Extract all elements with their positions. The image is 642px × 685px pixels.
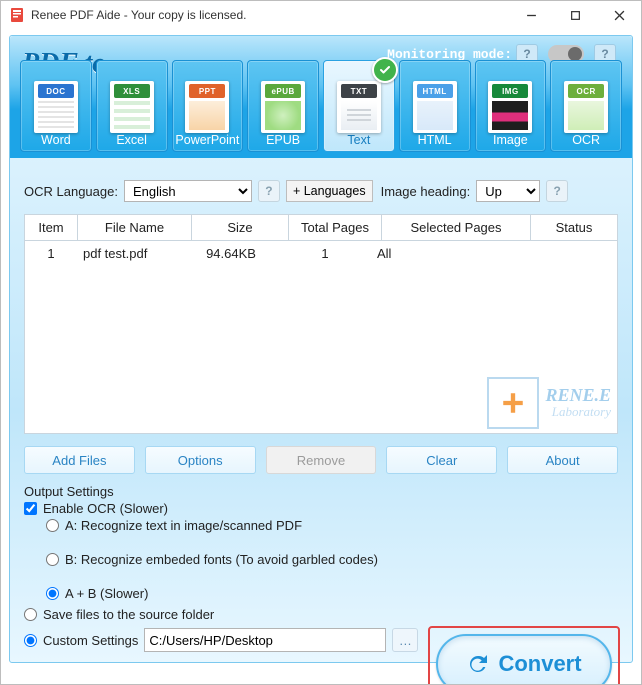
format-page-icon: DOC <box>34 81 78 133</box>
save-source-folder-radio[interactable]: Save files to the source folder <box>24 607 214 622</box>
ocr-option-ab-label: A + B (Slower) <box>65 586 148 601</box>
window-title: Renee PDF Aide - Your copy is licensed. <box>31 8 509 22</box>
tile-word[interactable]: DOC Word <box>20 60 92 152</box>
save-source-label: Save files to the source folder <box>43 607 214 622</box>
tile-label: OCR <box>572 133 600 147</box>
tile-label: Excel <box>116 133 147 147</box>
tile-label: Image <box>493 133 528 147</box>
ocr-option-a[interactable]: A: Recognize text in image/scanned PDF <box>46 518 618 533</box>
maximize-button[interactable] <box>553 1 597 29</box>
ocr-option-b-label: B: Recognize embeded fonts (To avoid gar… <box>65 552 378 567</box>
check-icon <box>372 57 398 83</box>
minimize-button[interactable] <box>509 1 553 29</box>
col-status: Status <box>531 215 617 241</box>
ocr-option-b[interactable]: B: Recognize embeded fonts (To avoid gar… <box>46 552 618 567</box>
tile-image[interactable]: IMG Image <box>475 60 547 152</box>
format-page-icon: PPT <box>185 81 229 133</box>
table-row[interactable]: 1 pdf test.pdf 94.64KB 1 All <box>25 241 617 265</box>
ocr-option-ab[interactable]: A + B (Slower) <box>46 586 618 601</box>
enable-ocr-label: Enable OCR (Slower) <box>43 501 168 516</box>
tile-text[interactable]: TXT Text <box>323 60 395 152</box>
format-page-icon: HTML <box>413 81 457 133</box>
remove-button[interactable]: Remove <box>266 446 377 474</box>
ocr-language-label: OCR Language: <box>24 184 118 199</box>
col-totalpages: Total Pages <box>289 215 382 241</box>
col-filename: File Name <box>78 215 192 241</box>
image-heading-help-button[interactable]: ? <box>546 180 568 202</box>
output-path-input[interactable] <box>144 628 386 652</box>
browse-button[interactable]: … <box>392 628 418 652</box>
tile-label: HTML <box>418 133 452 147</box>
ocr-row: OCR Language: English ? + Languages Imag… <box>24 180 618 202</box>
format-page-icon: IMG <box>488 81 532 133</box>
add-files-button[interactable]: Add Files <box>24 446 135 474</box>
options-button[interactable]: Options <box>145 446 256 474</box>
format-page-icon: XLS <box>110 81 154 133</box>
convert-label: Convert <box>498 651 581 677</box>
main-panel: PDF to Monitoring mode: ? ? DOC Word XLS… <box>9 35 633 663</box>
body-area: OCR Language: English ? + Languages Imag… <box>10 158 632 662</box>
custom-settings-radio[interactable]: Custom Settings <box>24 633 138 648</box>
tile-ocr[interactable]: OCR OCR <box>550 60 622 152</box>
header: PDF to Monitoring mode: ? ? DOC Word XLS… <box>10 36 632 158</box>
convert-button[interactable]: Convert <box>436 634 612 685</box>
about-button[interactable]: About <box>507 446 618 474</box>
format-page-icon: TXT <box>337 81 381 133</box>
tile-epub[interactable]: ePUB EPUB <box>247 60 319 152</box>
tile-label: Word <box>41 133 71 147</box>
col-item: Item <box>25 215 78 241</box>
convert-highlight: Convert <box>428 626 620 685</box>
action-row: Add Files Options Remove Clear About <box>24 446 618 474</box>
title-bar: Renee PDF Aide - Your copy is licensed. <box>1 1 641 29</box>
custom-settings-label: Custom Settings <box>43 633 138 648</box>
col-size: Size <box>192 215 289 241</box>
tile-powerpoint[interactable]: PPT PowerPoint <box>172 60 244 152</box>
format-page-icon: OCR <box>564 81 608 133</box>
col-selectedpages: Selected Pages <box>382 215 531 241</box>
file-table: Item File Name Size Total Pages Selected… <box>24 214 618 434</box>
enable-ocr-checkbox[interactable]: Enable OCR (Slower) <box>24 501 618 516</box>
refresh-icon <box>466 652 490 676</box>
output-settings-title: Output Settings <box>24 484 618 499</box>
image-heading-label: Image heading: <box>381 184 471 199</box>
watermark-sub: Laboratory <box>545 404 611 420</box>
add-languages-button[interactable]: + Languages <box>286 180 373 202</box>
tile-label: Text <box>347 133 370 147</box>
watermark-icon <box>487 377 539 429</box>
format-page-icon: ePUB <box>261 81 305 133</box>
clear-button[interactable]: Clear <box>386 446 497 474</box>
tile-label: EPUB <box>266 133 300 147</box>
watermark: RENE.E Laboratory <box>487 377 611 429</box>
ocr-option-a-label: A: Recognize text in image/scanned PDF <box>65 518 302 533</box>
app-icon <box>9 7 25 23</box>
tile-label: PowerPoint <box>175 133 239 147</box>
watermark-title: RENE.E <box>545 386 611 404</box>
close-button[interactable] <box>597 1 641 29</box>
tile-excel[interactable]: XLS Excel <box>96 60 168 152</box>
tile-html[interactable]: HTML HTML <box>399 60 471 152</box>
image-heading-select[interactable]: Up <box>476 180 540 202</box>
ocr-language-select[interactable]: English <box>124 180 252 202</box>
ocr-help-button[interactable]: ? <box>258 180 280 202</box>
